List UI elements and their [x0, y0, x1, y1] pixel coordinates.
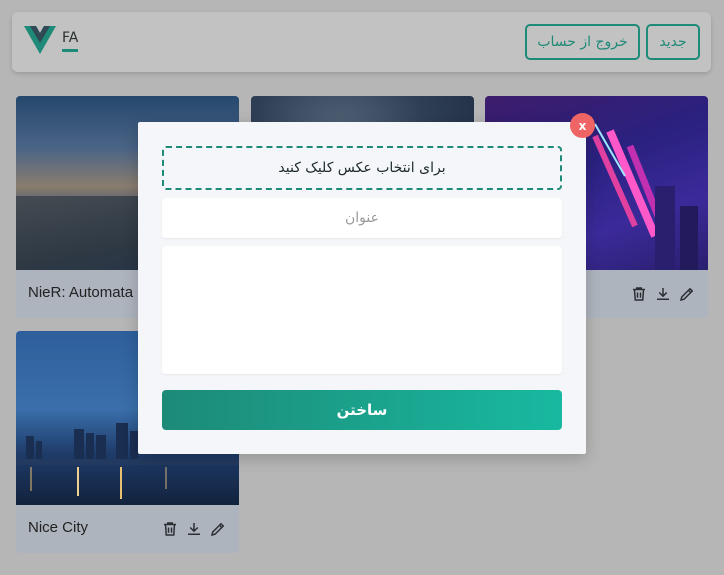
card-actions [161, 520, 227, 538]
trash-icon[interactable] [630, 285, 648, 303]
app-header: FA خروج از حساب جدید [12, 12, 711, 72]
card-title: Nice City [28, 519, 89, 536]
logout-button[interactable]: خروج از حساب [525, 24, 640, 60]
card-footer: Nice City [16, 505, 239, 553]
download-icon[interactable] [185, 520, 203, 538]
language-toggle[interactable]: FA [62, 30, 79, 52]
image-picker[interactable]: برای انتخاب عکس کلیک کنید [162, 146, 562, 190]
vue-logo-icon[interactable] [24, 26, 56, 54]
description-textarea[interactable] [162, 246, 562, 374]
pencil-icon[interactable] [678, 285, 696, 303]
new-post-button[interactable]: جدید [646, 24, 700, 60]
create-button[interactable]: ساختن [162, 390, 562, 430]
card-actions [630, 285, 696, 303]
pencil-icon[interactable] [209, 520, 227, 538]
create-post-modal: برای انتخاب عکس کلیک کنید ساختن [138, 122, 586, 454]
card-title: NieR: Automata [28, 284, 134, 301]
trash-icon[interactable] [161, 520, 179, 538]
close-modal-button[interactable]: x [570, 113, 595, 138]
download-icon[interactable] [654, 285, 672, 303]
title-input[interactable] [162, 198, 562, 238]
